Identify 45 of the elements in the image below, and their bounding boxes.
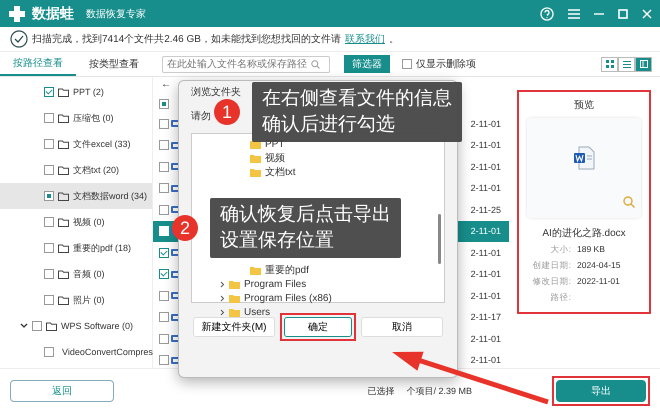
instruction-text: 在右侧查看文件的信息	[262, 87, 452, 111]
instruction-text: 确认后进行勾选	[262, 113, 395, 137]
field-label: 大小:	[550, 244, 571, 256]
dialog-title: 浏览文件夹	[191, 86, 241, 99]
date-text: 2-11-17	[470, 312, 501, 322]
field-label: 创建日期:	[532, 260, 571, 272]
checkbox-label: 仅显示删除项	[416, 58, 476, 71]
folder-name: 压缩包 (0)	[73, 112, 114, 124]
app-logo-text: 数据蛙	[32, 4, 74, 22]
field-value: 2024-04-15	[577, 260, 620, 272]
folder-name: 照片 (0)	[73, 294, 104, 306]
folder-name: WPS Software (0)	[61, 321, 134, 331]
field-value: 189 KB	[577, 244, 605, 256]
folder-name: VideoConvertCompres	[62, 347, 153, 357]
folder-name: 视频 (0)	[73, 216, 104, 228]
date-text: 2-11-01	[470, 162, 501, 172]
date-text: 2-11-01	[470, 183, 501, 194]
date-text: 2-11-01	[470, 226, 501, 236]
date-text: 2-11-01	[470, 248, 501, 258]
folder-name: 重要的pdf (18)	[73, 242, 132, 254]
date-text: 2-11-01	[470, 334, 501, 344]
punctuation-text: 。	[388, 33, 399, 46]
instruction-text: 设置保存位置	[220, 229, 334, 253]
folder-name: 音频 (0)	[73, 268, 104, 280]
field-label: 修改日期:	[532, 276, 571, 288]
scan-result-text: 扫描完成，找到7414个文件共2.46 GB，如未能找到您想找回的文件请	[32, 32, 341, 46]
date-text: 2-11-01	[470, 140, 501, 150]
selection-summary: 个项目/ 2.39 MB	[406, 384, 472, 398]
date-text: 2-11-01	[470, 118, 501, 129]
dialog-hint: 请勿	[191, 110, 211, 123]
selection-label: 已选择	[367, 384, 394, 398]
folder-name: 文档数据word (34)	[73, 190, 148, 202]
date-text: 2-11-25	[470, 204, 501, 215]
date-text: 2-11-01	[470, 355, 501, 366]
folder-name: PPT (2)	[73, 87, 104, 97]
field-value: 2022-11-01	[577, 276, 620, 288]
app-subtitle: 数据恢复专家	[86, 8, 146, 20]
file-name: AI的进化之路.docx	[541, 226, 627, 240]
date-text: 2-11-01	[470, 269, 501, 280]
folder-name: 文档txt (20)	[73, 164, 120, 176]
preview-title: 预览	[573, 99, 595, 112]
instruction-text: 确认恢复后点击导出	[220, 203, 391, 227]
field-label: 路径:	[550, 292, 571, 304]
folder-name: 文件excel (33)	[73, 138, 131, 150]
date-text: 2-11-01	[470, 290, 501, 301]
